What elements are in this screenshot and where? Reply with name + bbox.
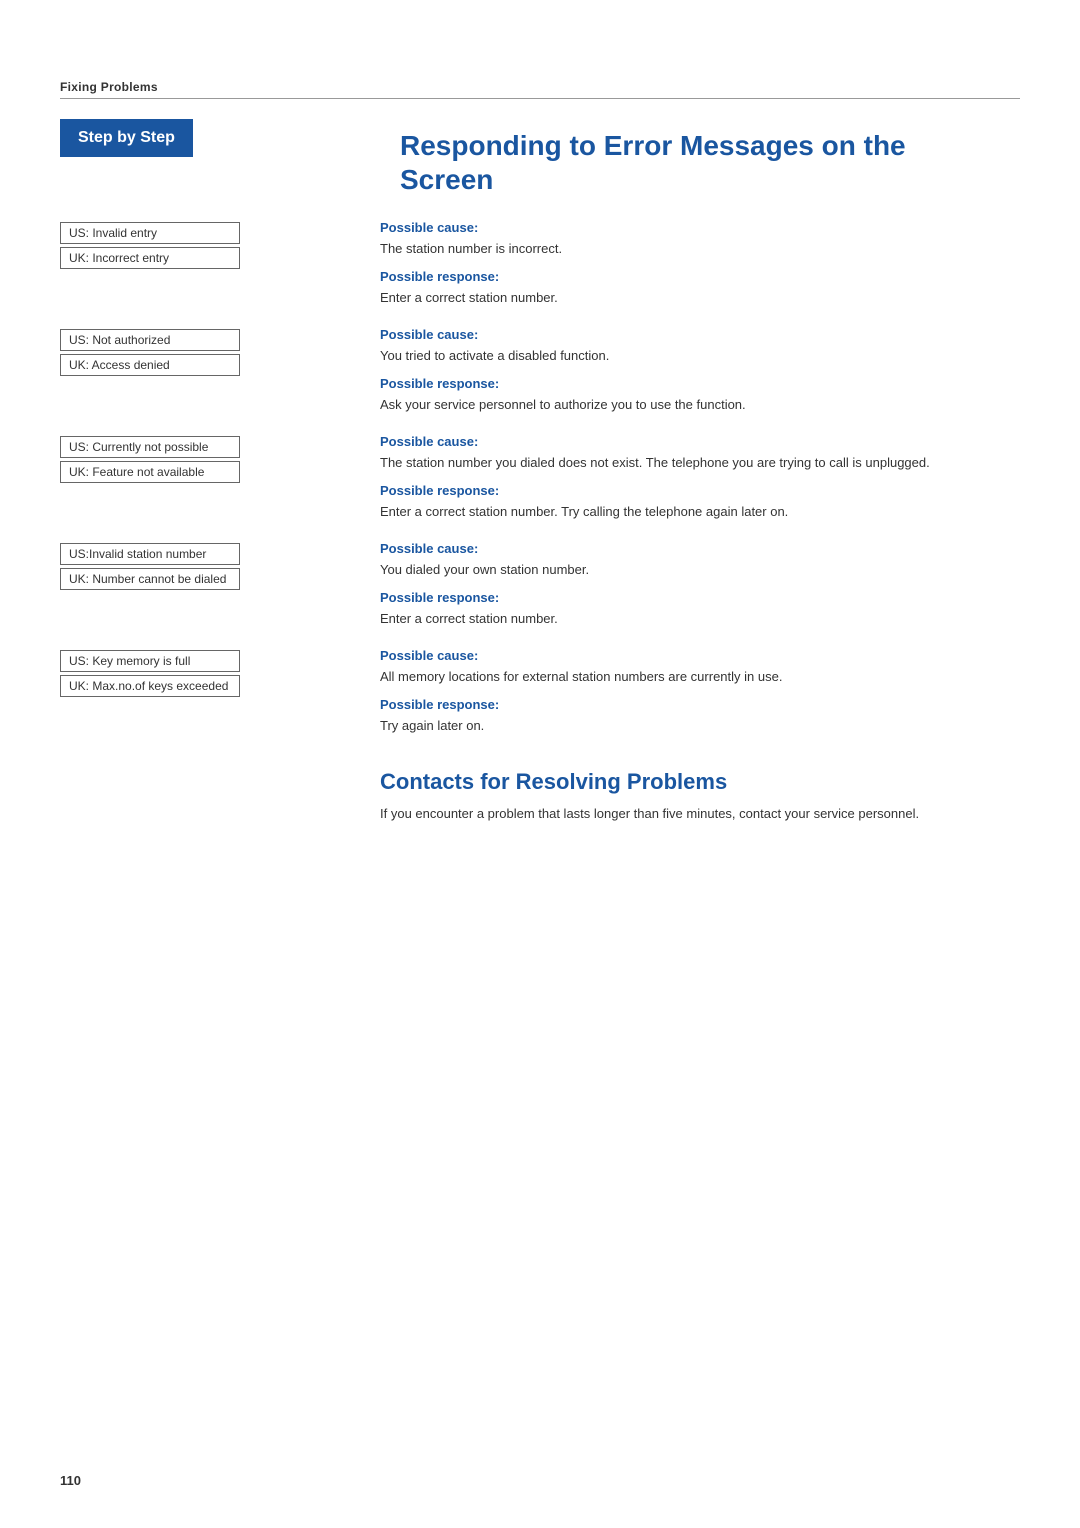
entry-2-right: Possible cause: You tried to activate a …	[380, 327, 1020, 418]
entry-1-response-label: Possible response:	[380, 269, 1020, 284]
entry-2-response-text: Ask your service personnel to authorize …	[380, 395, 1020, 415]
entry-3-left: US: Currently not possible UK: Feature n…	[60, 434, 380, 486]
entry-4-right: Possible cause: You dialed your own stat…	[380, 541, 1020, 632]
contacts-body: If you encounter a problem that lasts lo…	[380, 804, 1020, 824]
entry-4-cause-text: You dialed your own station number.	[380, 560, 1020, 580]
entry-2-cause-text: You tried to activate a disabled functio…	[380, 346, 1020, 366]
entry-5-cause-label: Possible cause:	[380, 648, 1020, 663]
entry-1-cause-label: Possible cause:	[380, 220, 1020, 235]
error-box-2-uk: UK: Access denied	[60, 354, 240, 376]
entry-2-cause-label: Possible cause:	[380, 327, 1020, 342]
entry-3-cause-text: The station number you dialed does not e…	[380, 453, 1020, 473]
entry-1-response-text: Enter a correct station number.	[380, 288, 1020, 308]
entry-5: US: Key memory is full UK: Max.no.of key…	[60, 648, 1020, 739]
content-area: Step by Step Responding to Error Message…	[60, 119, 1020, 220]
error-box-5-us: US: Key memory is full	[60, 650, 240, 672]
entry-5-left: US: Key memory is full UK: Max.no.of key…	[60, 648, 380, 700]
entry-1: US: Invalid entry UK: Incorrect entry Po…	[60, 220, 1020, 311]
entry-3: US: Currently not possible UK: Feature n…	[60, 434, 1020, 525]
entry-3-response-text: Enter a correct station number. Try call…	[380, 502, 1020, 522]
error-box-2-us: US: Not authorized	[60, 329, 240, 351]
entry-3-right: Possible cause: The station number you d…	[380, 434, 1020, 525]
entry-5-right: Possible cause: All memory locations for…	[380, 648, 1020, 739]
entry-5-cause-text: All memory locations for external statio…	[380, 667, 1020, 687]
error-box-5-uk: UK: Max.no.of keys exceeded	[60, 675, 240, 697]
error-box-1-us: US: Invalid entry	[60, 222, 240, 244]
entry-4-cause-label: Possible cause:	[380, 541, 1020, 556]
entry-2-left: US: Not authorized UK: Access denied	[60, 327, 380, 379]
entry-3-cause-label: Possible cause:	[380, 434, 1020, 449]
entry-1-right: Possible cause: The station number is in…	[380, 220, 1020, 311]
entry-1-left: US: Invalid entry UK: Incorrect entry	[60, 220, 380, 272]
error-box-4-us: US:Invalid station number	[60, 543, 240, 565]
entry-2: US: Not authorized UK: Access denied Pos…	[60, 327, 1020, 418]
entry-2-response-label: Possible response:	[380, 376, 1020, 391]
left-column: Step by Step	[60, 119, 380, 157]
right-column: Responding to Error Messages on the Scre…	[380, 119, 1020, 220]
error-box-1-uk: UK: Incorrect entry	[60, 247, 240, 269]
main-title: Responding to Error Messages on the Scre…	[400, 129, 1020, 196]
main-title-line2: Screen	[400, 164, 493, 195]
contacts-section: Contacts for Resolving Problems If you e…	[60, 759, 1020, 827]
entry-4-response-text: Enter a correct station number.	[380, 609, 1020, 629]
entry-4-left: US:Invalid station number UK: Number can…	[60, 541, 380, 593]
step-by-step-box: Step by Step	[60, 119, 193, 157]
error-box-3-uk: UK: Feature not available	[60, 461, 240, 483]
page: Fixing Problems Step by Step Responding …	[0, 0, 1080, 1528]
entry-5-response-text: Try again later on.	[380, 716, 1020, 736]
entry-4: US:Invalid station number UK: Number can…	[60, 541, 1020, 632]
contacts-right: Contacts for Resolving Problems If you e…	[380, 759, 1020, 827]
error-box-4-uk: UK: Number cannot be dialed	[60, 568, 240, 590]
entry-4-response-label: Possible response:	[380, 590, 1020, 605]
error-box-3-us: US: Currently not possible	[60, 436, 240, 458]
entry-3-response-label: Possible response:	[380, 483, 1020, 498]
page-number: 110	[60, 1473, 81, 1488]
main-title-line1: Responding to Error Messages on the	[400, 130, 906, 161]
entries-container: US: Invalid entry UK: Incorrect entry Po…	[60, 220, 1020, 739]
entry-5-response-label: Possible response:	[380, 697, 1020, 712]
section-header: Fixing Problems	[60, 80, 1020, 94]
entry-1-cause-text: The station number is incorrect.	[380, 239, 1020, 259]
header-divider	[60, 98, 1020, 99]
contacts-title: Contacts for Resolving Problems	[380, 769, 1020, 795]
